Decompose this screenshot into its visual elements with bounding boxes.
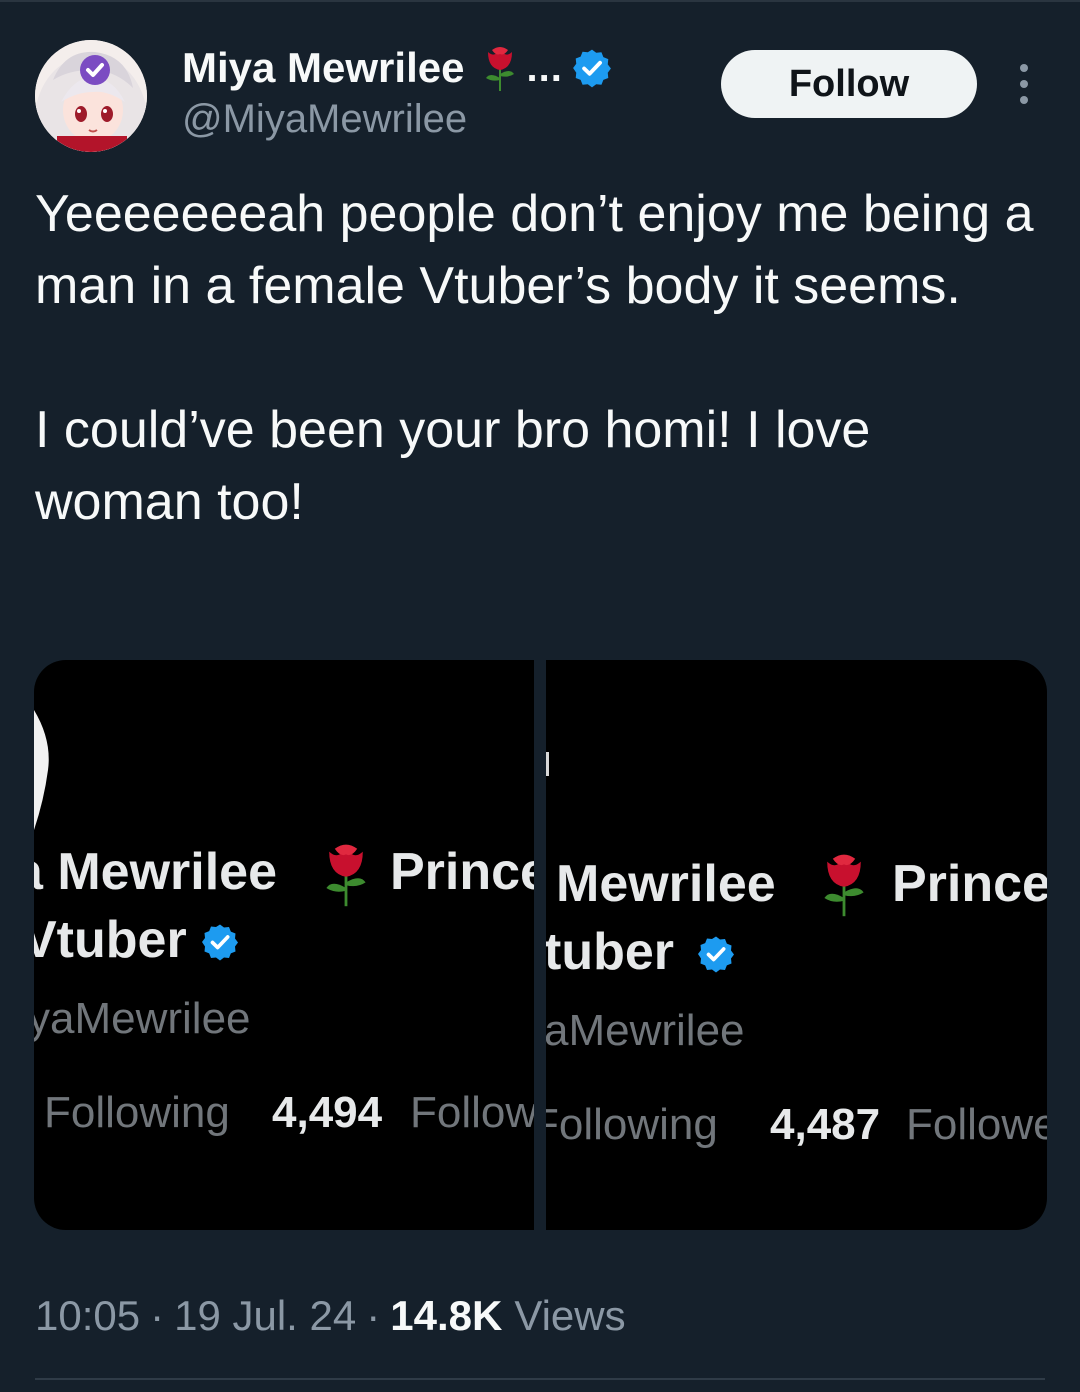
right-handle: aMewrilee — [546, 1006, 745, 1055]
left-handle: yaMewrilee — [34, 994, 251, 1043]
meta-separator: · — [366, 1292, 381, 1339]
right-followers-label: Followe — [906, 1100, 1047, 1149]
rose-emoji-icon — [480, 44, 520, 92]
author-name-row[interactable]: Miya Mewrilee ... — [182, 40, 613, 96]
views-label: Views — [514, 1292, 626, 1339]
cropped-avatar-edge — [34, 710, 49, 830]
left-followers-label: Follow — [410, 1088, 534, 1137]
tweet-media[interactable]: a Mewrilee Prince Vtuber yaMewrilee Foll… — [34, 660, 1047, 1230]
right-name-line: Mewrilee — [556, 855, 776, 913]
meta-separator: · — [150, 1292, 165, 1339]
author-display-name[interactable]: Miya Mewrilee — [182, 44, 464, 92]
views-count[interactable]: 14.8K — [390, 1292, 502, 1340]
tweet-date[interactable]: 19 Jul. 24 — [174, 1292, 356, 1340]
name-truncation: ... — [526, 45, 563, 90]
tweet-time[interactable]: 10:05 — [35, 1292, 140, 1340]
cropped-avatar-edge — [546, 752, 549, 776]
verified-badge-icon — [571, 47, 613, 89]
left-second-line: Vtuber — [34, 911, 187, 969]
author-avatar[interactable] — [35, 40, 147, 152]
tweet-text: Yeeeeeeeah people don’t enjoy me being a… — [35, 185, 1034, 531]
rose-emoji-icon — [816, 850, 872, 918]
left-name-suffix: Prince — [390, 843, 534, 901]
avatar-image — [35, 40, 147, 152]
tweet-meta: 10:05 · 19 Jul. 24 · 14.8K Views — [35, 1288, 626, 1344]
follow-button[interactable]: Follow — [721, 50, 977, 118]
right-name-suffix: Prince — [892, 855, 1047, 913]
more-options-icon[interactable] — [1008, 60, 1040, 108]
right-second-line: tuber — [546, 923, 674, 981]
left-following-label: Following — [44, 1088, 230, 1137]
rose-emoji-icon — [318, 840, 374, 908]
top-divider — [0, 0, 1080, 2]
media-image-left[interactable]: a Mewrilee Prince Vtuber yaMewrilee Foll… — [34, 660, 534, 1230]
right-followers-count: 4,487 — [770, 1100, 881, 1149]
media-image-right[interactable]: Mewrilee Prince tuber aMewrilee Followin… — [546, 660, 1047, 1230]
author-handle[interactable]: @MiyaMewrilee — [182, 97, 467, 142]
right-following-label: Following — [546, 1100, 718, 1149]
verified-badge-icon — [696, 934, 736, 974]
verified-badge-icon — [200, 922, 240, 962]
left-followers-count: 4,494 — [272, 1088, 383, 1137]
left-name-line: a Mewrilee — [34, 843, 278, 901]
bottom-divider — [35, 1378, 1045, 1380]
